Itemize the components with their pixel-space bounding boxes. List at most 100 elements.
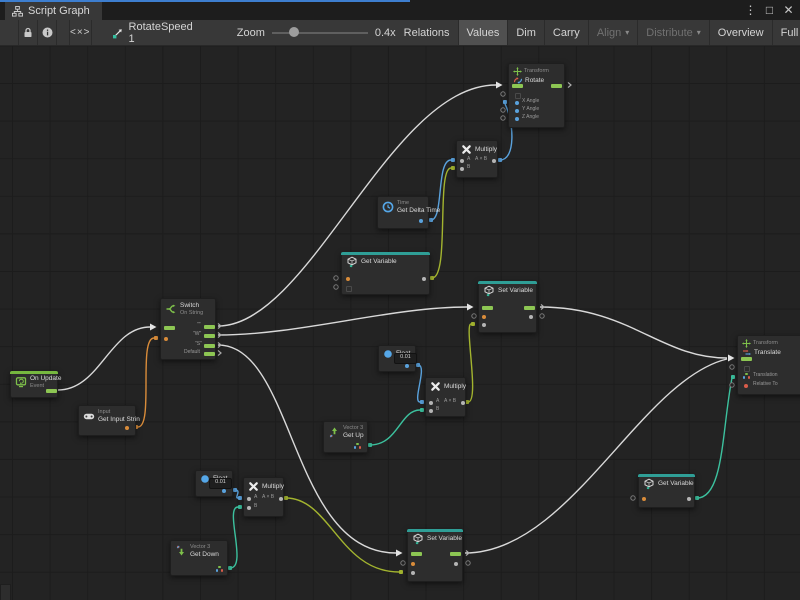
- align-dropdown[interactable]: Align ▾: [589, 20, 638, 45]
- port-dot[interactable]: [460, 167, 464, 171]
- port-unconnected[interactable]: [730, 365, 734, 369]
- port-unconnected[interactable]: [730, 383, 734, 387]
- node-switch-on-string[interactable]: SwitchOn String"""W""S"Default: [160, 298, 216, 360]
- port-dot[interactable]: [515, 101, 519, 105]
- node-get-variable-right[interactable]: Get Variable: [638, 474, 695, 508]
- port-dot[interactable]: [125, 426, 129, 430]
- node-get-down[interactable]: Vector 3Get Down: [170, 540, 228, 576]
- port-unconnected[interactable]: [401, 561, 405, 565]
- port-flow-bar[interactable]: [204, 325, 215, 329]
- port-flow-bar[interactable]: [204, 344, 215, 348]
- overview-button[interactable]: Overview: [710, 20, 773, 45]
- node-get-up[interactable]: Vector 3Get Up: [323, 421, 368, 453]
- lock-button[interactable]: [19, 20, 38, 45]
- port-dot[interactable]: [515, 117, 519, 121]
- port-flow-bar[interactable]: [46, 389, 57, 393]
- port-connected[interactable]: [399, 570, 403, 574]
- fullscreen-button[interactable]: Full Scre: [773, 20, 800, 45]
- port-connected[interactable]: [503, 100, 507, 104]
- port-unconnected[interactable]: [501, 108, 505, 112]
- graph-reference[interactable]: RotateSpeed 1: [112, 21, 193, 45]
- port-unconnected[interactable]: [466, 561, 470, 565]
- node-get-input-string[interactable]: InputGet Input Strin: [78, 405, 136, 436]
- port-dot[interactable]: [411, 571, 415, 575]
- port-flow-bar[interactable]: [512, 84, 523, 88]
- value-field[interactable]: 0.01: [394, 353, 417, 364]
- port-dot[interactable]: [492, 159, 496, 163]
- port-unconnected[interactable]: [501, 92, 505, 96]
- port-dot[interactable]: [515, 109, 519, 113]
- port-connected[interactable]: [471, 322, 475, 326]
- port-connected[interactable]: [238, 496, 242, 500]
- port-flow-bar[interactable]: [164, 326, 175, 330]
- tab-script-graph[interactable]: Script Graph: [5, 2, 102, 20]
- node-get-delta-time[interactable]: TimeGet Delta Time: [377, 196, 429, 229]
- node-multiply-bottom[interactable]: MultiplyAA × BB: [243, 477, 284, 517]
- port-dot[interactable]: [247, 497, 251, 501]
- port-dot[interactable]: [482, 323, 486, 327]
- port-connected[interactable]: [284, 496, 288, 500]
- value-field[interactable]: 0.01: [209, 478, 232, 489]
- port-connected[interactable]: [451, 166, 455, 170]
- port-dot[interactable]: [454, 562, 458, 566]
- port-flow-bar[interactable]: [204, 352, 215, 356]
- node-rotate[interactable]: TransformRotateX AngleY AngleZ Angle: [508, 63, 565, 128]
- port-dot[interactable]: [222, 489, 226, 493]
- port-dot[interactable]: [461, 401, 465, 405]
- port-connected[interactable]: [368, 443, 372, 447]
- port-connected[interactable]: [695, 496, 699, 500]
- clipped-node[interactable]: [0, 584, 11, 600]
- port-flow-bar[interactable]: [524, 306, 535, 310]
- port-dot[interactable]: [164, 337, 168, 341]
- graph-canvas[interactable]: On UpdateEvent InputGet Input Strin Switch…: [0, 45, 800, 600]
- port-flow-bar[interactable]: [482, 306, 493, 310]
- port-connected[interactable]: [430, 276, 434, 280]
- port-connected[interactable]: [420, 400, 424, 404]
- port-flow-bar[interactable]: [411, 552, 422, 556]
- port-dot[interactable]: [405, 364, 409, 368]
- window-menu-button[interactable]: ⋮: [743, 2, 758, 18]
- port-dot[interactable]: [482, 315, 486, 319]
- port-dot[interactable]: [642, 497, 646, 501]
- port-connected[interactable]: [731, 375, 735, 379]
- port-dot[interactable]: [529, 315, 533, 319]
- window-maximize-button[interactable]: □: [762, 2, 777, 18]
- port-connected[interactable]: [228, 566, 232, 570]
- node-set-variable-bottom[interactable]: Set Variable: [407, 529, 463, 582]
- port-connected[interactable]: [498, 158, 502, 162]
- port-flow-bar[interactable]: [741, 357, 752, 361]
- port-connected[interactable]: [154, 336, 158, 340]
- port-flow-bar[interactable]: [450, 552, 461, 556]
- node-float-mid[interactable]: Float0.01: [378, 345, 416, 372]
- zoom-slider-handle[interactable]: [289, 27, 299, 37]
- port-dot[interactable]: [429, 409, 433, 413]
- port-connected[interactable]: [420, 408, 424, 412]
- node-float-bottom[interactable]: Float0.01: [195, 470, 233, 497]
- port-unconnected[interactable]: [472, 314, 476, 318]
- port-flow-bar[interactable]: [204, 334, 215, 338]
- port-connected[interactable]: [233, 488, 237, 492]
- relations-button[interactable]: Relations: [396, 20, 459, 45]
- port-flow-bar[interactable]: [551, 84, 562, 88]
- node-multiply-top[interactable]: MultiplyAA × BB: [456, 140, 498, 178]
- values-button[interactable]: Values: [459, 20, 509, 45]
- port-connected[interactable]: [238, 505, 242, 509]
- port-dot[interactable]: [687, 497, 691, 501]
- port-dot[interactable]: [429, 401, 433, 405]
- port-dot[interactable]: [460, 159, 464, 163]
- distribute-dropdown[interactable]: Distribute ▾: [638, 20, 709, 45]
- node-on-update[interactable]: On UpdateEvent: [10, 371, 58, 398]
- port-connected[interactable]: [429, 218, 433, 222]
- node-get-variable-mid[interactable]: Get Variable: [341, 252, 430, 295]
- dim-button[interactable]: Dim: [508, 20, 545, 45]
- port-dot[interactable]: [247, 506, 251, 510]
- port-unconnected[interactable]: [501, 116, 505, 120]
- info-button[interactable]: [38, 20, 57, 45]
- port-dot[interactable]: [279, 497, 283, 501]
- node-multiply-mid[interactable]: MultiplyAA × BB: [425, 377, 466, 417]
- code-preview-button[interactable]: <×>: [69, 20, 92, 45]
- port-unconnected[interactable]: [334, 276, 338, 280]
- port-dot[interactable]: [744, 384, 748, 388]
- port-unconnected[interactable]: [540, 314, 544, 318]
- port-unconnected[interactable]: [631, 496, 635, 500]
